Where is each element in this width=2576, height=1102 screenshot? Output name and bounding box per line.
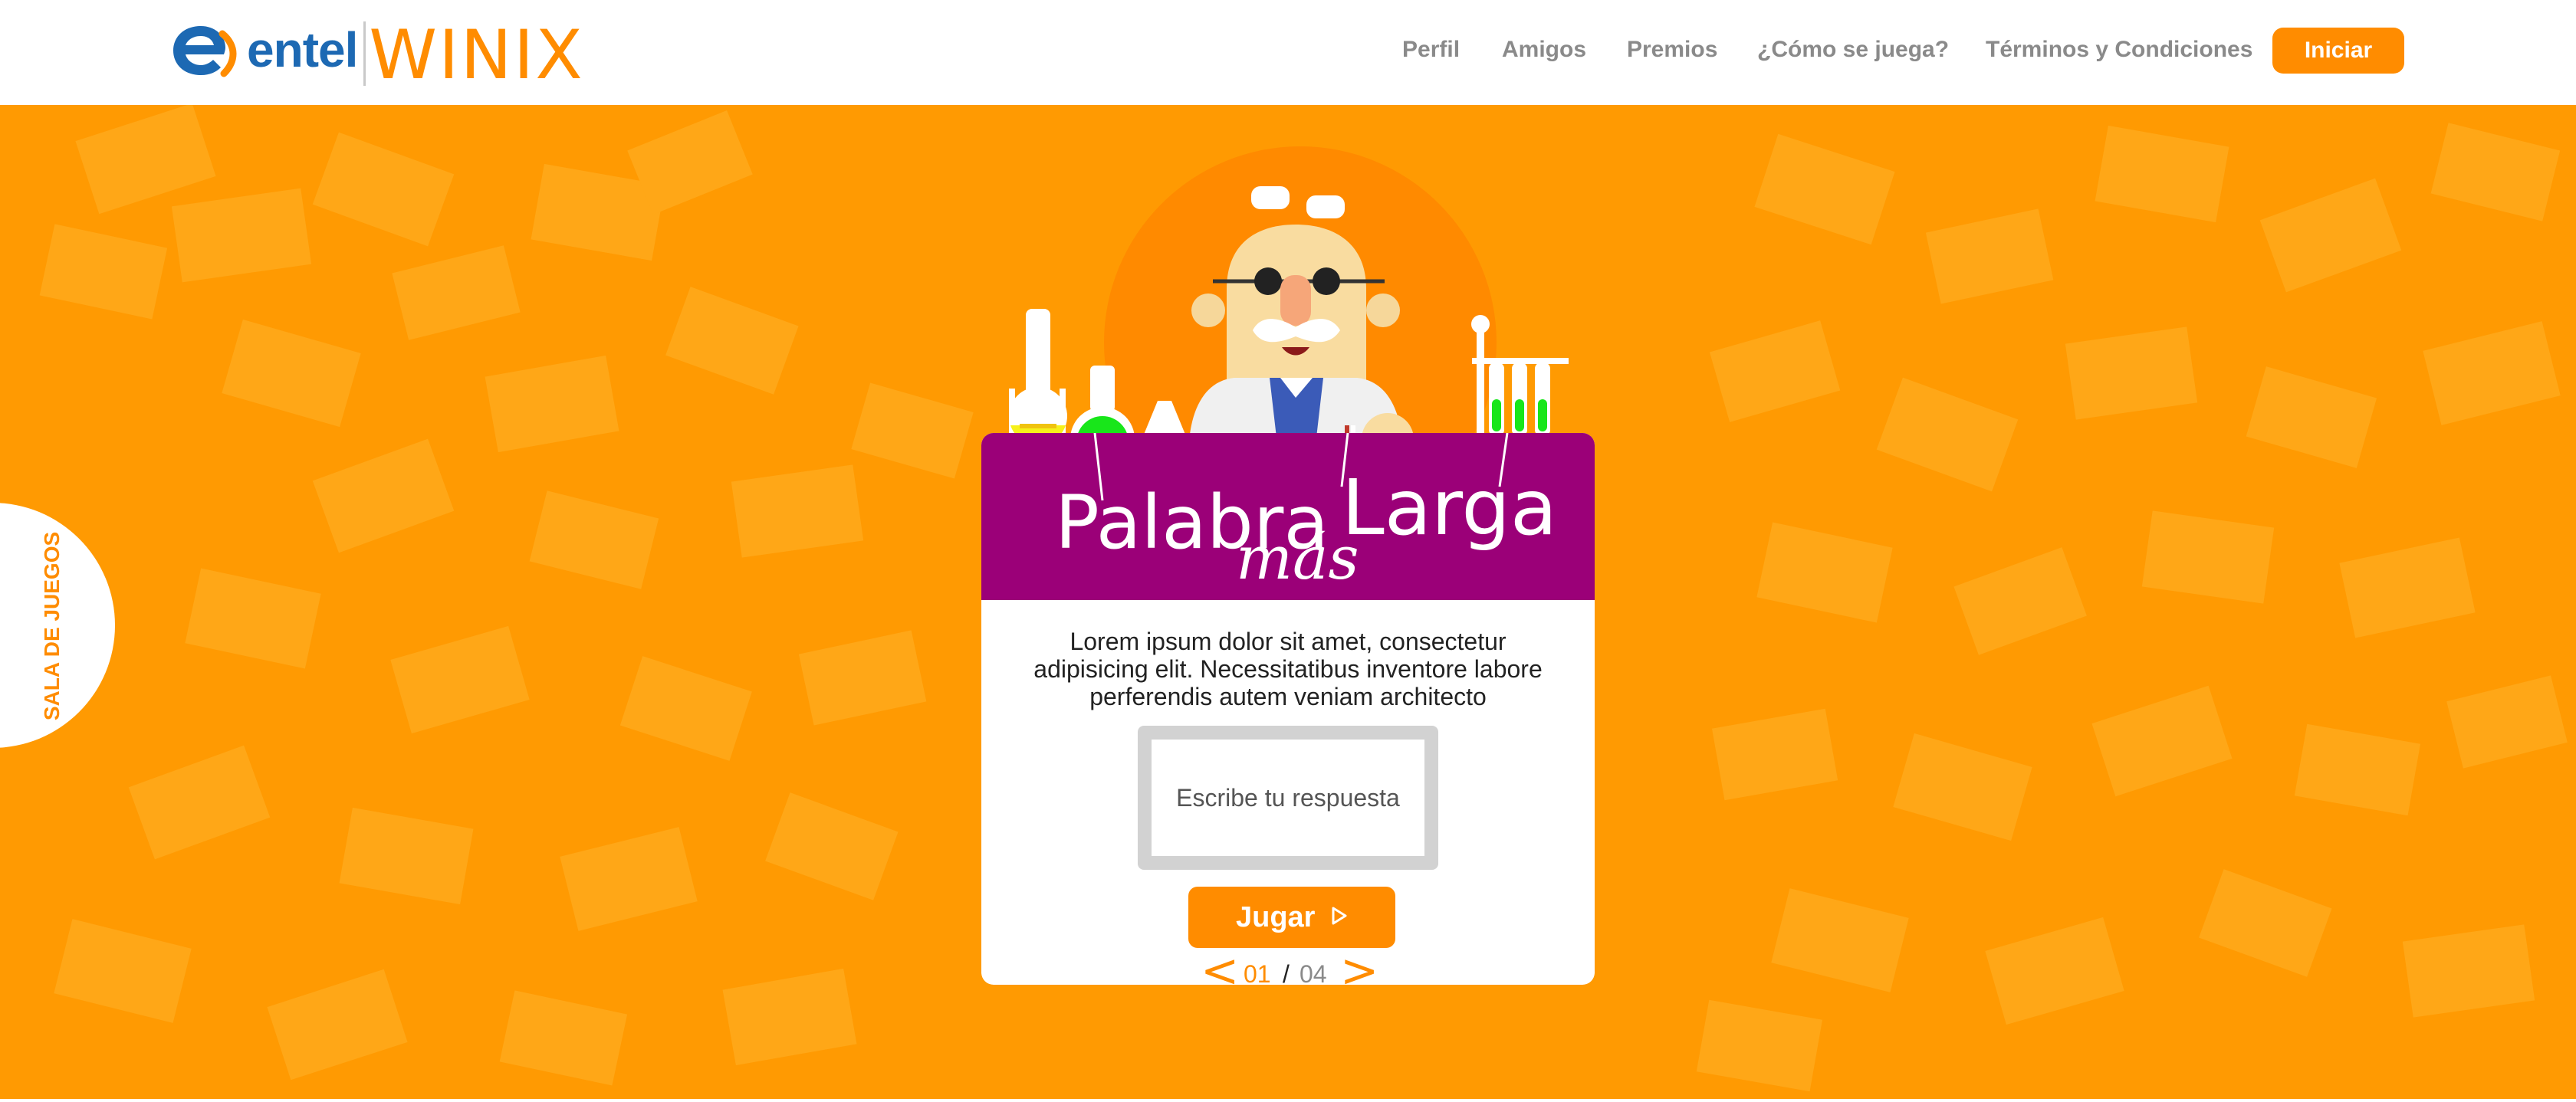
- jugar-button-label: Jugar: [1235, 901, 1316, 933]
- game-title-banner: Palabra más Larga: [981, 433, 1595, 600]
- game-description: Lorem ipsum dolor sit amet, consectetur …: [1033, 628, 1543, 710]
- question-pager: < 01 / 04 >: [981, 948, 1595, 985]
- sala-de-juegos-label: SALA DE JUEGOS: [40, 531, 64, 721]
- pager-total: 04: [1300, 960, 1327, 985]
- pager-separator: /: [1283, 960, 1290, 985]
- chevron-right-icon[interactable]: >: [1340, 948, 1378, 985]
- game-title-lettering: Palabra más Larga: [1055, 433, 1557, 593]
- chevron-left-icon[interactable]: <: [1201, 948, 1239, 985]
- top-header: entel WINIX Perfil Amigos Premios ¿Cómo …: [0, 0, 2576, 105]
- iniciar-button[interactable]: Iniciar: [2272, 28, 2404, 74]
- answer-input[interactable]: [1152, 740, 1424, 856]
- nav-item-terminos[interactable]: Términos y Condiciones: [1986, 37, 2252, 63]
- title-word-3: Larga: [1342, 463, 1557, 553]
- jugar-button[interactable]: Jugar: [1188, 887, 1395, 948]
- main-nav: Perfil Amigos Premios ¿Cómo se juega? Té…: [0, 29, 2576, 72]
- nav-item-como-se-juega[interactable]: ¿Cómo se juega?: [1757, 37, 1949, 63]
- title-word-2: más: [1236, 524, 1359, 593]
- pager-current: 01: [1244, 960, 1271, 985]
- game-stage: SALA DE JUEGOS Palabra más Larga Lorem i…: [0, 105, 2576, 1099]
- play-icon: [1332, 907, 1347, 925]
- nav-item-premios[interactable]: Premios: [1627, 37, 1717, 63]
- answer-frame: [1138, 726, 1438, 870]
- nav-item-perfil[interactable]: Perfil: [1402, 37, 1460, 63]
- game-card: Palabra más Larga Lorem ipsum dolor sit …: [981, 433, 1595, 985]
- nav-item-amigos[interactable]: Amigos: [1502, 37, 1586, 63]
